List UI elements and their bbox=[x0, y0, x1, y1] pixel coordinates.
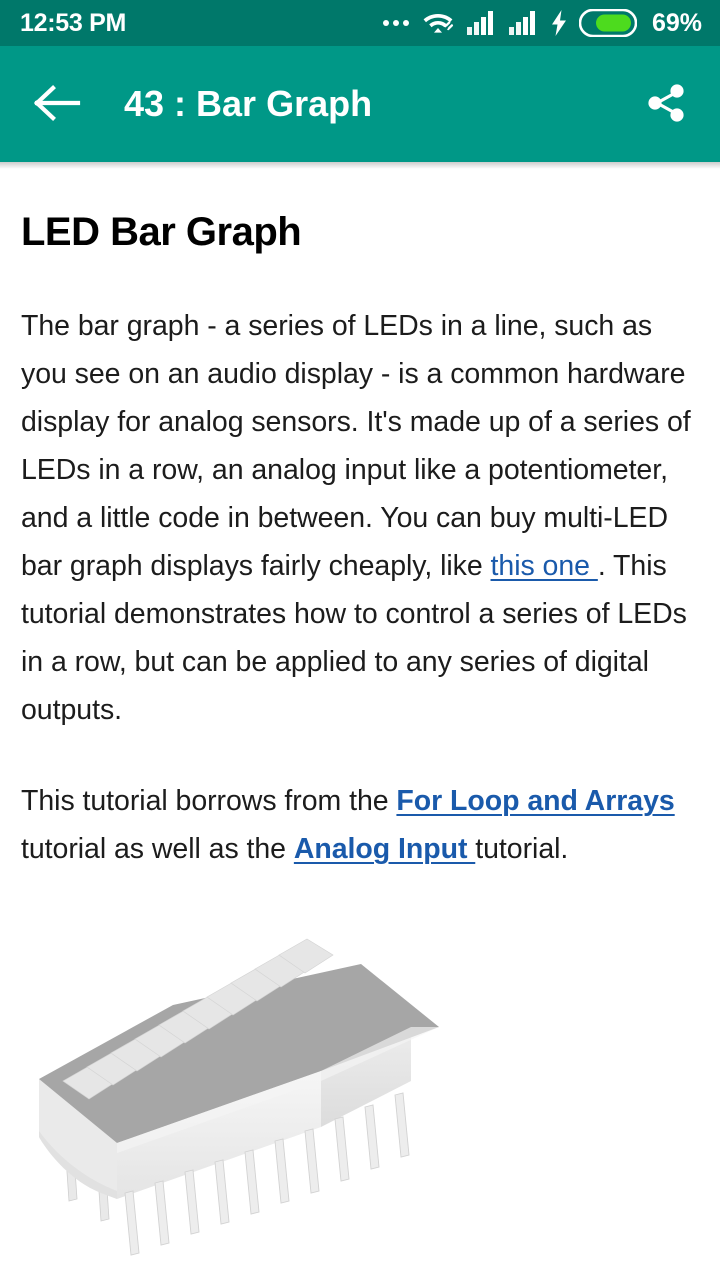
paragraph-references: This tutorial borrows from the For Loop … bbox=[21, 777, 699, 873]
paragraph-text-part: tutorial as well as the bbox=[21, 833, 294, 865]
more-dots-icon bbox=[382, 20, 409, 26]
share-button[interactable] bbox=[638, 76, 694, 132]
led-bar-graph-figure bbox=[21, 931, 699, 1261]
link-for-loop-and-arrays[interactable]: For Loop and Arrays bbox=[396, 785, 674, 817]
battery-percentage-label: 69% bbox=[651, 8, 702, 37]
status-bar-clock: 12:53 PM bbox=[20, 8, 126, 37]
back-button[interactable] bbox=[30, 76, 86, 132]
paragraph-text-part: This tutorial borrows from the bbox=[21, 785, 397, 817]
signal-bars-icon bbox=[466, 11, 497, 35]
page-title: LED Bar Graph bbox=[21, 210, 302, 254]
link-analog-input[interactable]: Analog Input bbox=[294, 833, 475, 865]
paragraph-text-part: The bar graph - a series of LEDs in a li… bbox=[21, 310, 691, 582]
paragraph-intro: The bar graph - a series of LEDs in a li… bbox=[21, 302, 699, 734]
led-bar-graph-display-image bbox=[21, 931, 699, 1261]
link-this-one[interactable]: this one bbox=[491, 550, 598, 582]
app-bar: 43 : Bar Graph bbox=[0, 46, 720, 169]
status-bar-icons: 69% bbox=[382, 8, 702, 37]
battery-icon bbox=[578, 9, 637, 37]
status-bar: 12:53 PM 69% bbox=[0, 0, 720, 46]
wifi-icon bbox=[423, 10, 455, 36]
charging-bolt-icon bbox=[551, 10, 567, 36]
paragraph-text-part: tutorial. bbox=[475, 833, 569, 865]
signal-bars-icon bbox=[508, 11, 539, 35]
share-icon bbox=[643, 80, 689, 129]
article-content: LED Bar Graph The bar graph - a series o… bbox=[0, 162, 720, 1280]
app-bar-title: 43 : Bar Graph bbox=[124, 83, 373, 124]
back-arrow-icon bbox=[34, 84, 82, 125]
